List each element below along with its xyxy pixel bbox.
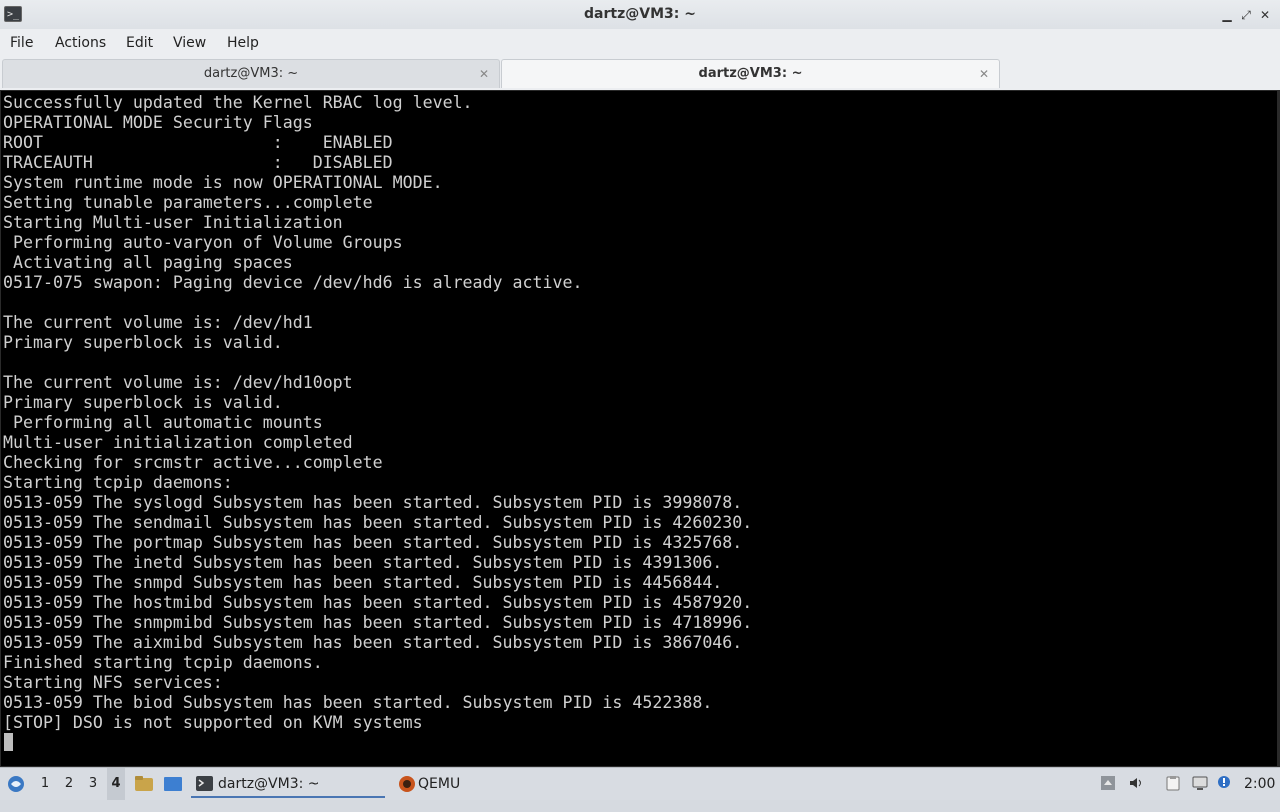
menu-view[interactable]: View bbox=[173, 29, 206, 57]
clipboard-icon[interactable] bbox=[1165, 775, 1181, 791]
terminal-line: Starting tcpip daemons: bbox=[3, 473, 233, 492]
terminal-line: OPERATIONAL MODE Security Flags bbox=[3, 113, 313, 132]
workspace-2[interactable]: 2 bbox=[60, 768, 78, 800]
terminal-line: ROOT : ENABLED bbox=[3, 133, 393, 152]
tab-label: dartz@VM3: ~ bbox=[203, 66, 299, 81]
show-desktop-button[interactable] bbox=[162, 768, 184, 800]
terminal-cursor bbox=[4, 733, 13, 751]
taskbar-item-label: QEMU bbox=[418, 776, 461, 792]
terminal-line: TRACEAUTH : DISABLED bbox=[3, 153, 393, 172]
volume-icon[interactable] bbox=[1128, 775, 1144, 791]
terminal-line: 0513-059 The inetd Subsystem has been st… bbox=[3, 553, 723, 572]
taskbar-item-qemu[interactable]: QEMU bbox=[393, 770, 483, 798]
file-manager-launcher[interactable] bbox=[134, 768, 154, 800]
network-icon[interactable] bbox=[1192, 775, 1208, 791]
maximize-button[interactable]: ⤢ bbox=[1237, 6, 1255, 24]
terminal-icon bbox=[196, 776, 213, 791]
terminal-line: Multi-user initialization completed bbox=[3, 433, 353, 452]
qemu-icon bbox=[399, 776, 415, 792]
close-window-button[interactable]: ✕ bbox=[1256, 6, 1274, 24]
clock[interactable]: 2:00 bbox=[1244, 768, 1275, 800]
terminal-line: [STOP] DSO is not supported on KVM syste… bbox=[3, 713, 423, 732]
terminal-line: The current volume is: /dev/hd1 bbox=[3, 313, 313, 332]
terminal-line: Performing all automatic mounts bbox=[3, 413, 323, 432]
tab-bar: dartz@VM3: ~ ✕ dartz@VM3: ~ ✕ bbox=[0, 57, 1280, 90]
eject-icon[interactable] bbox=[1100, 775, 1116, 791]
terminal-line: Activating all paging spaces bbox=[3, 253, 293, 272]
menu-edit[interactable]: Edit bbox=[126, 29, 153, 57]
desktop-icon bbox=[164, 777, 182, 791]
terminal-line: Finished starting tcpip daemons. bbox=[3, 653, 323, 672]
terminal-line: 0513-059 The hostmibd Subsystem has been… bbox=[3, 593, 753, 612]
terminal-line: 0513-059 The portmap Subsystem has been … bbox=[3, 533, 743, 552]
terminal-line: Setting tunable parameters...complete bbox=[3, 193, 373, 212]
window-title: dartz@VM3: ~ bbox=[584, 6, 696, 22]
start-menu-button[interactable] bbox=[5, 768, 27, 800]
terminal-line: 0513-059 The sendmail Subsystem has been… bbox=[3, 513, 753, 532]
terminal-line: Checking for srcmstr active...complete bbox=[3, 453, 383, 472]
terminal-line: Primary superblock is valid. bbox=[3, 393, 283, 412]
tab-close-icon[interactable]: ✕ bbox=[479, 60, 489, 88]
notification-icon[interactable] bbox=[1216, 775, 1232, 791]
terminal-line: The current volume is: /dev/hd10opt bbox=[3, 373, 353, 392]
terminal-line: 0517-075 swapon: Paging device /dev/hd6 … bbox=[3, 273, 583, 292]
taskbar-item-label: dartz@VM3: ~ bbox=[218, 776, 320, 792]
workspace-1[interactable]: 1 bbox=[36, 768, 54, 800]
terminal-output[interactable]: Successfully updated the Kernel RBAC log… bbox=[0, 90, 1278, 767]
terminal-line: Starting NFS services: bbox=[3, 673, 223, 692]
terminal-line: System runtime mode is now OPERATIONAL M… bbox=[3, 173, 443, 192]
terminal-line: 0513-059 The aixmibd Subsystem has been … bbox=[3, 633, 743, 652]
terminal-line: 0513-059 The snmpd Subsystem has been st… bbox=[3, 573, 723, 592]
terminal-line: Successfully updated the Kernel RBAC log… bbox=[3, 93, 473, 112]
workspace-4[interactable]: 4 bbox=[107, 768, 125, 800]
tab-terminal-1[interactable]: dartz@VM3: ~ ✕ bbox=[2, 59, 500, 88]
menu-help[interactable]: Help bbox=[227, 29, 259, 57]
terminal-text: Successfully updated the Kernel RBAC log… bbox=[3, 93, 752, 733]
tab-close-icon[interactable]: ✕ bbox=[979, 60, 989, 88]
menu-file[interactable]: File bbox=[10, 29, 33, 57]
terminal-line: 0513-059 The syslogd Subsystem has been … bbox=[3, 493, 743, 512]
taskbar-item-terminal[interactable]: dartz@VM3: ~ bbox=[191, 770, 385, 798]
tab-label: dartz@VM3: ~ bbox=[698, 66, 803, 81]
terminal-line: 0513-059 The biod Subsystem has been sta… bbox=[3, 693, 713, 712]
terminal-line: 0513-059 The snmpmibd Subsystem has been… bbox=[3, 613, 753, 632]
start-menu-icon bbox=[8, 776, 24, 792]
minimize-button[interactable]: ▁ bbox=[1218, 6, 1236, 24]
terminal-line: Performing auto-varyon of Volume Groups bbox=[3, 233, 403, 252]
folder-icon bbox=[135, 776, 153, 791]
workspace-3[interactable]: 3 bbox=[84, 768, 102, 800]
terminal-line: Primary superblock is valid. bbox=[3, 333, 283, 352]
tab-terminal-2[interactable]: dartz@VM3: ~ ✕ bbox=[501, 59, 1000, 88]
window-titlebar[interactable]: >_ dartz@VM3: ~ ▁ ⤢ ✕ bbox=[0, 0, 1280, 30]
menu-bar: File Actions Edit View Help bbox=[0, 29, 1280, 57]
taskbar: 1 2 3 4 dartz@VM3: ~ QEMU 2:00 bbox=[0, 767, 1280, 800]
terminal-line: Starting Multi-user Initialization bbox=[3, 213, 343, 232]
menu-actions[interactable]: Actions bbox=[55, 29, 106, 57]
